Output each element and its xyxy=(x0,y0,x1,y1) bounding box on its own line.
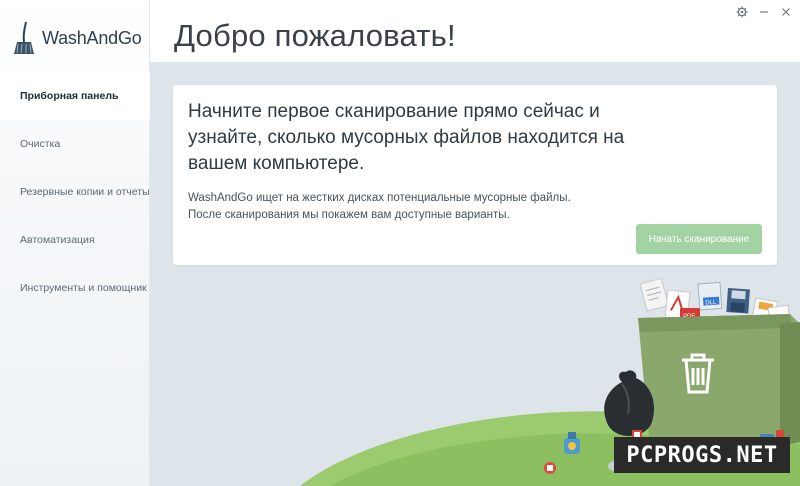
sidebar-item-backups[interactable]: Резервные копии и отчеты xyxy=(0,168,150,216)
welcome-card: Начните первое сканирование прямо сейчас… xyxy=(173,85,777,265)
minimize-icon xyxy=(760,11,768,13)
log-label: LOG xyxy=(773,321,787,329)
settings-button[interactable] xyxy=(734,4,750,20)
gear-icon xyxy=(736,6,748,18)
main-content: DLL LOG PDF Начните первое сканирование … xyxy=(150,62,800,486)
sidebar-item-cleaning[interactable]: Очистка xyxy=(0,120,150,168)
sidebar-nav: Приборная панель Очистка Резервные копии… xyxy=(0,72,150,312)
close-icon xyxy=(782,8,790,16)
sidebar-item-label: Инструменты и помощник xyxy=(20,282,147,294)
sidebar-item-label: Приборная панель xyxy=(20,90,119,102)
sidebar-item-dashboard[interactable]: Приборная панель xyxy=(0,72,150,120)
header: Добро пожаловать! xyxy=(150,0,800,62)
close-button[interactable] xyxy=(778,4,794,20)
card-description: WashAndGo ищет на жестких дисках потенци… xyxy=(188,190,648,224)
card-heading: Начните первое сканирование прямо сейчас… xyxy=(188,101,625,174)
minimize-button[interactable] xyxy=(756,4,772,20)
sidebar-item-tools[interactable]: Инструменты и помощник xyxy=(0,264,150,312)
sidebar-item-label: Автоматизация xyxy=(20,234,95,246)
start-scan-button[interactable]: Начать сканирование xyxy=(636,224,762,254)
sidebar: WashAndGo Приборная панель Очистка Резер… xyxy=(0,0,150,486)
dll-label: DLL xyxy=(705,300,717,307)
app-name: WashAndGo xyxy=(42,27,142,48)
broom-icon xyxy=(14,21,34,54)
sidebar-item-automation[interactable]: Автоматизация xyxy=(0,216,150,264)
page-title: Добро пожаловать! xyxy=(174,18,456,53)
card-body-line: После сканирования мы покажем вам доступ… xyxy=(188,209,510,221)
watermark: PCPROGS.NET xyxy=(614,437,790,473)
app-logo: WashAndGo xyxy=(12,18,142,58)
sidebar-item-label: Очистка xyxy=(20,138,61,150)
card-body-line: WashAndGo ищет на жестких дисках потенци… xyxy=(188,192,571,204)
pdf-label: PDF xyxy=(683,314,695,320)
window-controls xyxy=(734,4,794,20)
sidebar-item-label: Резервные копии и отчеты xyxy=(20,186,150,198)
